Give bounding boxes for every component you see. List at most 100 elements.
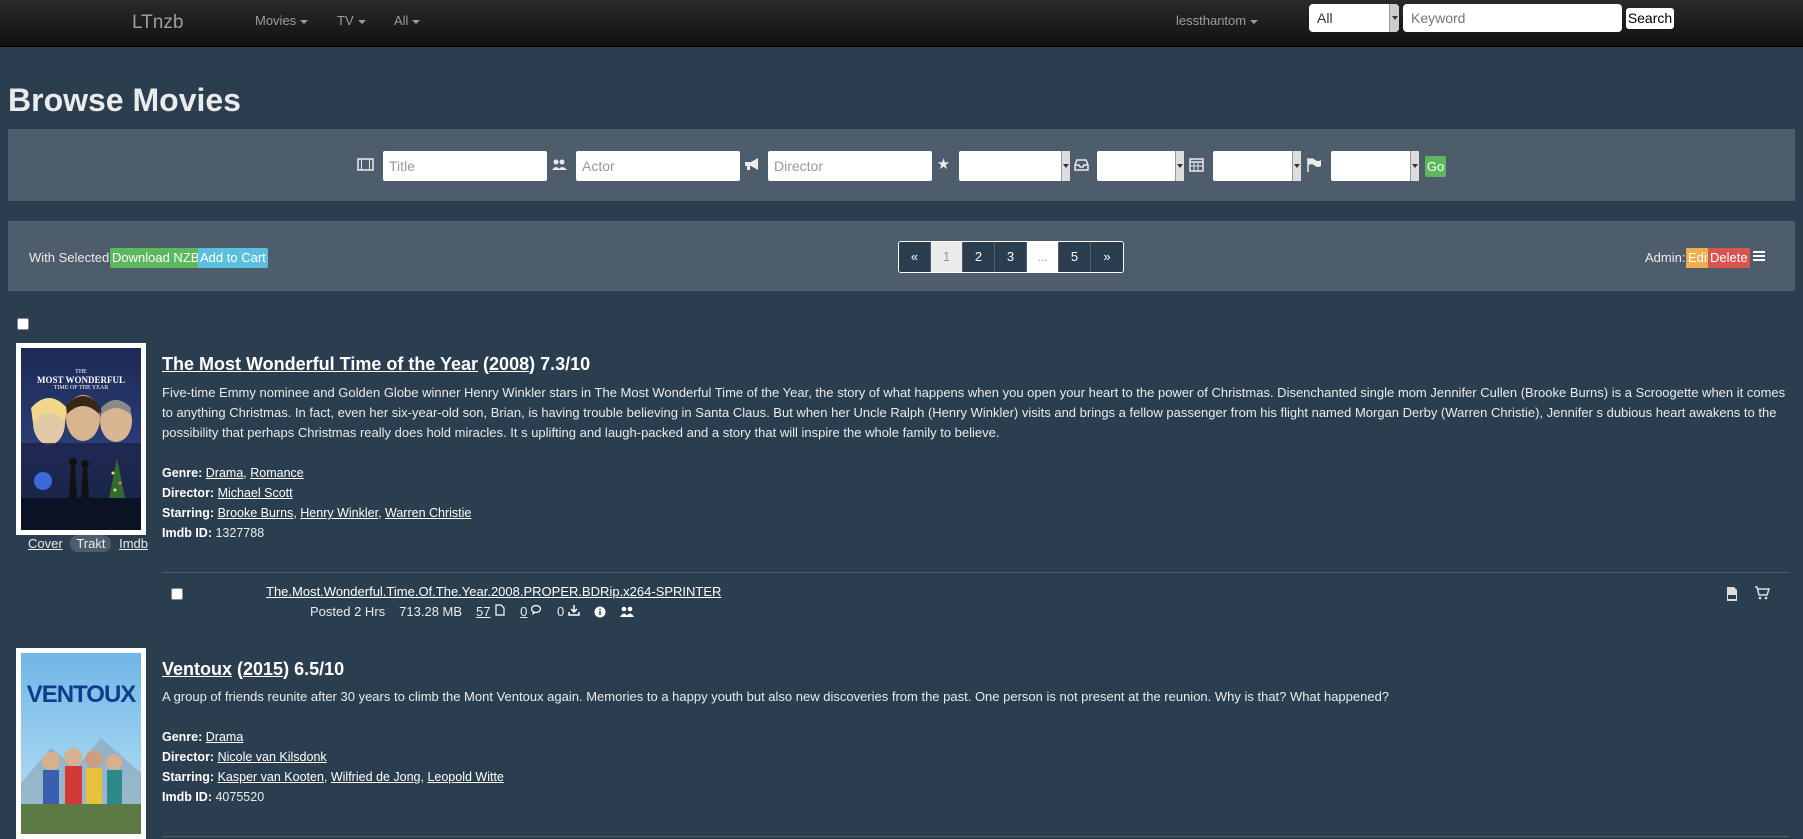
imdb-row: Imdb ID: 4075520 [162, 787, 504, 807]
inbox-icon [1073, 156, 1090, 173]
caret-down-icon [300, 19, 309, 24]
genre-link[interactable]: Drama [206, 730, 244, 744]
actor-filter-input[interactable]: Actor [576, 151, 740, 181]
director-filter-input[interactable]: Director [768, 151, 932, 181]
add-to-cart-button[interactable]: Add to Cart [198, 248, 268, 268]
release-files[interactable]: 57 [476, 604, 506, 619]
nav-menu-tv[interactable]: TV [337, 13, 366, 28]
director-label: Director: [162, 750, 215, 764]
download-icon [568, 604, 580, 616]
admin-label: Admin: [1645, 250, 1686, 265]
director-row: Director: Nicole van Kilsdonk [162, 747, 504, 767]
actor-link[interactable]: Leopold Witte [427, 770, 503, 784]
caret-down-icon [1250, 19, 1259, 24]
director-label: Director: [162, 486, 215, 500]
category-select[interactable]: All [1309, 4, 1399, 32]
movie-meta: Genre: Drama, Romance Director: Michael … [162, 463, 471, 543]
select-arrow-icon [1410, 151, 1419, 181]
director-link[interactable]: Nicole van Kilsdonk [218, 750, 327, 764]
year-select[interactable] [1213, 151, 1301, 181]
file-icon [494, 604, 506, 616]
imdb-id: 1327788 [215, 526, 265, 540]
genre-link[interactable]: Romance [250, 466, 304, 480]
nav-menu-label: Movies [255, 13, 297, 28]
select-arrow-icon [1175, 151, 1184, 181]
actor-link[interactable]: Warren Christie [385, 506, 471, 520]
page-prev[interactable]: « [899, 242, 931, 272]
movie-title-link[interactable]: Ventoux [162, 659, 232, 679]
director-row: Director: Michael Scott [162, 483, 471, 503]
movie-year-link[interactable]: 2008 [489, 354, 529, 374]
actor-link[interactable]: Brooke Burns [218, 506, 294, 520]
page-5[interactable]: 5 [1059, 242, 1091, 272]
release-downloads-count: 0 [556, 604, 565, 619]
release-name-link[interactable]: The.Most.Wonderful.Time.Of.The.Year.2008… [266, 584, 721, 599]
imdb-label: Imdb ID: [162, 790, 212, 804]
movie-plot: Five-time Emmy nominee and Golden Globe … [162, 385, 1786, 440]
download-nzbs-button[interactable]: Download NZBs [110, 248, 208, 268]
movie-poster: VENTOUX [21, 653, 141, 834]
starring-label: Starring: [162, 506, 215, 520]
movie-year-link[interactable]: 2015 [243, 659, 283, 679]
movie-cover[interactable]: VENTOUX [16, 648, 146, 839]
movie-cover[interactable]: THE MOST WONDERFUL TIME OF THE YEAR [16, 343, 146, 535]
calendar-icon [1188, 156, 1205, 173]
with-selected-label: With Selected: [29, 250, 113, 265]
category-select-value: All [1317, 10, 1333, 26]
nav-menu-label: TV [337, 13, 354, 28]
release-comments-count: 0 [520, 604, 528, 619]
movie-title-link[interactable]: The Most Wonderful Time of the Year [162, 354, 478, 374]
divider [162, 572, 1789, 573]
info-icon[interactable] [594, 606, 606, 618]
imdb-row: Imdb ID: 1327788 [162, 523, 471, 543]
release-files-count: 57 [476, 604, 491, 619]
page-next[interactable]: » [1091, 242, 1123, 272]
rating-select[interactable] [959, 151, 1070, 181]
page-3[interactable]: 3 [995, 242, 1027, 272]
imdb-link[interactable]: Imdb [119, 536, 148, 551]
genre-link[interactable]: Drama [206, 466, 244, 480]
nzb-download-icon[interactable] [1724, 586, 1740, 602]
select-all-checkbox[interactable] [17, 318, 29, 330]
actor-link[interactable]: Wilfried de Jong [331, 770, 421, 784]
page-title: Browse Movies [8, 82, 241, 118]
brand-logo[interactable]: LTnzb [132, 12, 183, 34]
release-downloads: 0 [557, 604, 580, 619]
movie-poster: THE MOST WONDERFUL TIME OF THE YEAR [21, 348, 141, 530]
release-info: Posted 2 Hrs 713.28 MB 57 0 0 [310, 604, 634, 619]
page-1[interactable]: 1 [931, 242, 963, 272]
top-navbar: LTnzb Movies TV All lessthantom All Sear… [0, 0, 1803, 47]
list-view-icon[interactable] [1753, 251, 1765, 261]
user-menu[interactable]: lessthantom [1176, 13, 1259, 28]
users-icon[interactable] [619, 606, 634, 618]
nav-menu-label: All [394, 13, 409, 28]
actor-link[interactable]: Henry Winkler [300, 506, 378, 520]
film-icon [357, 156, 374, 173]
cover-link[interactable]: Cover [28, 536, 63, 551]
genre-label: Genre: [162, 466, 203, 480]
pagination: « 1 2 3 ... 5 » [898, 241, 1124, 273]
release-posted: Posted 2 Hrs [310, 604, 386, 619]
release-checkbox[interactable] [171, 588, 183, 600]
search-button[interactable]: Search [1626, 8, 1674, 29]
cart-icon[interactable] [1754, 586, 1771, 602]
page-2[interactable]: 2 [963, 242, 995, 272]
genre-select[interactable] [1097, 151, 1184, 181]
keyword-input[interactable] [1403, 4, 1622, 32]
nav-menu-all[interactable]: All [394, 13, 421, 28]
movie-title-row: Ventoux (2015) 6.5/10 [162, 659, 345, 679]
director-link[interactable]: Michael Scott [218, 486, 293, 500]
cover-links: Cover Trakt Imdb [28, 535, 148, 552]
language-select[interactable] [1331, 151, 1419, 181]
delete-button[interactable]: Delete [1708, 248, 1750, 268]
release-size: 713.28 MB [399, 604, 463, 619]
title-filter-input[interactable]: Title [383, 151, 547, 181]
bullhorn-icon [743, 156, 760, 173]
release-comments[interactable]: 0 [520, 604, 543, 619]
comments-icon [530, 604, 543, 616]
genre-row: Genre: Drama [162, 727, 504, 747]
go-button[interactable]: Go [1425, 156, 1446, 177]
nav-menu-movies[interactable]: Movies [255, 13, 309, 28]
trakt-link[interactable]: Trakt [70, 535, 112, 552]
actor-link[interactable]: Kasper van Kooten [218, 770, 324, 784]
